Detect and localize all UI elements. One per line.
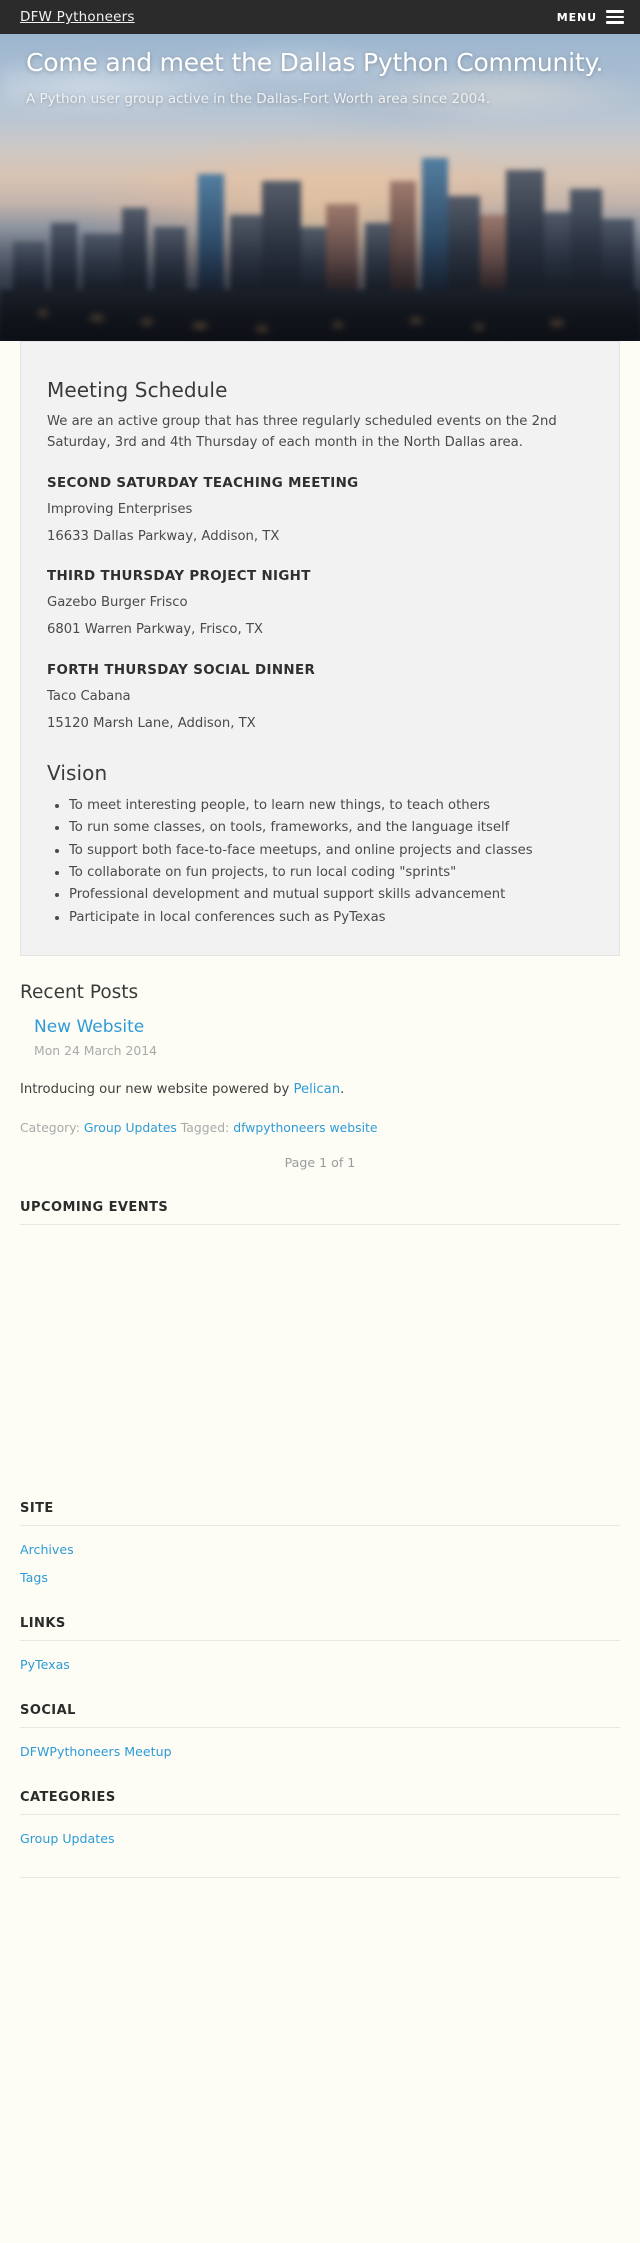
footer-section-site: SITE Archives Tags	[20, 1501, 620, 1586]
list-item: Group Updates	[20, 1828, 620, 1847]
meeting-title: THIRD THURSDAY PROJECT NIGHT	[47, 569, 311, 585]
meeting-address: 6801 Warren Parkway, Frisco, TX	[47, 622, 263, 638]
category-label: Category:	[20, 1119, 80, 1135]
vision-heading: Vision	[47, 760, 108, 785]
hamburger-bar	[606, 21, 624, 24]
footer-link-list: Archives Tags	[20, 1526, 620, 1586]
hero-road-lights	[0, 288, 640, 341]
main-content: Meeting Schedule We are an active group …	[0, 341, 640, 1895]
meeting-venue: Gazebo Burger Frisco	[47, 595, 188, 611]
post-date: Mon 24 March 2014	[34, 1043, 158, 1059]
post-summary-suffix: .	[340, 1082, 345, 1098]
vision-item: Participate in local conferences such as…	[69, 907, 593, 928]
footer-link-archives[interactable]: Archives	[20, 1542, 74, 1557]
top-navbar: DFW Pythoneers MENU	[0, 0, 640, 34]
footer-link-group-updates[interactable]: Group Updates	[20, 1831, 115, 1846]
meeting-address: 15120 Marsh Lane, Addison, TX	[47, 716, 256, 732]
hero-skyline-silhouette	[0, 151, 640, 341]
menu-toggle-label: MENU	[556, 10, 597, 24]
vision-item: To support both face-to-face meetups, an…	[69, 840, 593, 861]
vision-list: To meet interesting people, to learn new…	[47, 795, 593, 928]
tag-link[interactable]: website	[330, 1120, 378, 1135]
tagged-label: Tagged:	[180, 1119, 230, 1135]
post-title-link[interactable]: New Website	[34, 1017, 144, 1037]
footer-section-social: SOCIAL DFWPythoneers Meetup	[20, 1703, 620, 1760]
footer-link-list: Group Updates	[20, 1815, 620, 1847]
footer-divider	[20, 1876, 620, 1895]
upcoming-events-title: UPCOMING EVENTS	[20, 1200, 620, 1225]
post-summary: Introducing our new website powered by P…	[20, 1080, 620, 1100]
vision-item: To collaborate on fun projects, to run l…	[69, 862, 593, 883]
footer-link-pytexas[interactable]: PyTexas	[20, 1657, 70, 1672]
footer-section-links: LINKS PyTexas	[20, 1616, 620, 1673]
meeting-venue: Improving Enterprises	[47, 501, 193, 517]
footer-section-title: CATEGORIES	[20, 1790, 620, 1815]
meeting-schedule-heading: Meeting Schedule	[47, 378, 228, 402]
hero-banner: Come and meet the Dallas Python Communit…	[0, 34, 640, 341]
footer-section-categories: CATEGORIES Group Updates	[20, 1790, 620, 1847]
footer-link-list: DFWPythoneers Meetup	[20, 1728, 620, 1760]
upcoming-events-body	[20, 1225, 620, 1471]
meeting-schedule-intro: We are an active group that has three re…	[47, 414, 557, 450]
pelican-link[interactable]: Pelican	[293, 1082, 340, 1097]
footer-section-title: LINKS	[20, 1616, 620, 1641]
list-item: DFWPythoneers Meetup	[20, 1741, 620, 1760]
hero-title: Come and meet the Dallas Python Communit…	[26, 48, 604, 77]
meeting-venue: Taco Cabana	[47, 689, 131, 705]
vision-item: To meet interesting people, to learn new…	[69, 795, 593, 816]
meeting-address: 16633 Dallas Parkway, Addison, TX	[47, 528, 280, 544]
list-item: Tags	[20, 1567, 620, 1586]
site-brand-link[interactable]: DFW Pythoneers	[20, 9, 135, 25]
list-item: PyTexas	[20, 1654, 620, 1673]
recent-posts-heading: Recent Posts	[20, 982, 139, 1004]
meeting-schedule-panel: Meeting Schedule We are an active group …	[20, 341, 620, 957]
meeting-title: SECOND SATURDAY TEACHING MEETING	[47, 475, 359, 491]
pagination-status: Page 1 of 1	[284, 1154, 356, 1170]
hero-text-block: Come and meet the Dallas Python Communit…	[0, 34, 640, 107]
footer-link-tags[interactable]: Tags	[20, 1570, 48, 1585]
category-link[interactable]: Group Updates	[84, 1120, 177, 1135]
vision-item: To run some classes, on tools, framework…	[69, 817, 593, 838]
recent-posts-section: Recent Posts New Website Mon 24 March 20…	[20, 982, 620, 1170]
meeting-title: FORTH THURSDAY SOCIAL DINNER	[47, 663, 316, 679]
hamburger-bar	[606, 10, 624, 13]
hamburger-icon[interactable]	[606, 10, 624, 24]
vision-item: Professional development and mutual supp…	[69, 884, 593, 905]
upcoming-events-section: UPCOMING EVENTS	[20, 1200, 620, 1471]
tag-link[interactable]: dfwpythoneers	[233, 1120, 325, 1135]
hero-subtitle: A Python user group active in the Dallas…	[26, 91, 491, 107]
footer-section-title: SITE	[20, 1501, 620, 1526]
footer-link-meetup[interactable]: DFWPythoneers Meetup	[20, 1744, 172, 1759]
menu-toggle-button[interactable]: MENU	[557, 10, 624, 24]
post-meta: Category: Group Updates Tagged: dfwpytho…	[20, 1120, 620, 1135]
post-summary-prefix: Introducing our new website powered by	[20, 1082, 294, 1098]
post-item: New Website Mon 24 March 2014	[20, 1017, 620, 1058]
hamburger-bar	[606, 15, 624, 19]
footer-section-title: SOCIAL	[20, 1703, 620, 1728]
footer-link-list: PyTexas	[20, 1641, 620, 1673]
list-item: Archives	[20, 1539, 620, 1558]
